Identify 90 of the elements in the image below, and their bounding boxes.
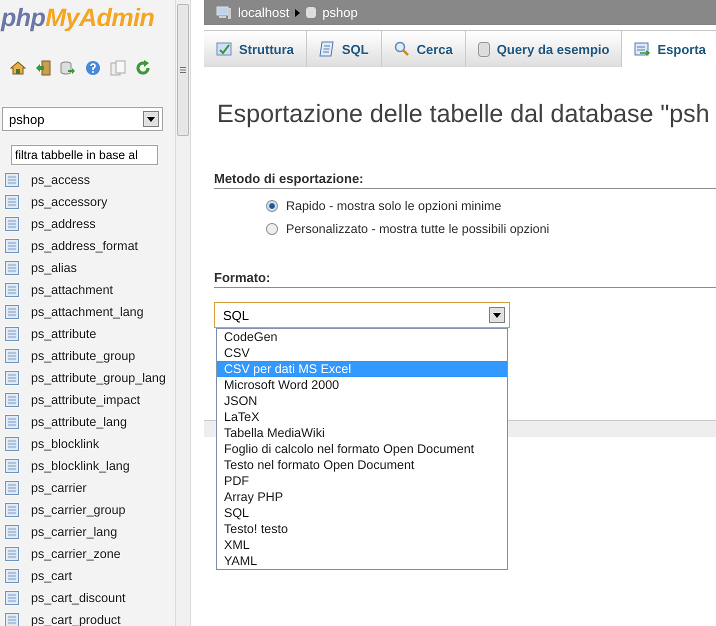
table-icon (5, 327, 19, 341)
table-link[interactable]: ps_carrier_group (31, 503, 126, 517)
format-select[interactable]: SQL (214, 302, 510, 328)
table-icon (5, 503, 19, 517)
table-icon (5, 547, 19, 561)
table-link[interactable]: ps_address_format (31, 239, 138, 253)
table-link[interactable]: ps_carrier (31, 481, 87, 495)
tab[interactable]: SQL (306, 30, 382, 67)
dropdown-option[interactable]: XML (217, 537, 507, 553)
section-heading: Metodo di esportazione: (214, 171, 716, 189)
export-icon (634, 41, 650, 57)
database-icon (306, 6, 316, 19)
table-icon (5, 349, 19, 363)
dropdown-option[interactable]: CodeGen (217, 329, 507, 345)
tab[interactable]: Struttura (204, 30, 307, 67)
table-link[interactable]: ps_access (31, 173, 90, 187)
breadcrumb-link[interactable]: pshop (322, 5, 358, 20)
radio-label[interactable]: Personalizzato - mostra tutte le possibili opzioni (286, 222, 550, 236)
dropdown-option[interactable]: Foglio di calcolo nel formato Open Document (217, 441, 507, 457)
table-link[interactable]: ps_accessory (31, 195, 108, 209)
caret-icon (295, 8, 300, 16)
section-heading: Formato: (214, 270, 716, 288)
structure-icon (216, 41, 232, 57)
table-icon (5, 591, 19, 605)
page-title: Esportazione delle tabelle dal database "psh (217, 100, 711, 129)
table-link[interactable]: ps_carrier_zone (31, 547, 121, 561)
table-link[interactable]: ps_blocklink (31, 437, 100, 451)
table-link[interactable]: ps_attribute (31, 327, 96, 341)
table-link[interactable]: ps_attribute_impact (31, 393, 140, 407)
search-icon (394, 41, 410, 57)
dropdown-option[interactable]: LaTeX (217, 409, 507, 425)
dropdown-option[interactable]: Array PHP (217, 489, 507, 505)
database-icon (478, 42, 490, 56)
table-icon (5, 195, 19, 209)
dropdown-option[interactable]: Tabella MediaWiki (217, 425, 507, 441)
table-icon (5, 459, 19, 473)
dropdown-option[interactable]: CSV (217, 345, 507, 361)
table-link[interactable]: ps_attribute_lang (31, 415, 127, 429)
database-select[interactable]: pshop (2, 107, 163, 131)
tab[interactable]: Cerca (382, 30, 466, 67)
table-link[interactable]: ps_cart_discount (31, 591, 126, 605)
table-icon (5, 393, 19, 407)
table-icon (5, 569, 19, 583)
table-icon (5, 283, 19, 297)
tab[interactable]: Query da esempio (466, 30, 622, 67)
table-link[interactable]: ps_attachment_lang (31, 305, 144, 319)
radio-label[interactable]: Rapido - mostra solo le opzioni minime (286, 199, 502, 213)
table-icon (5, 437, 19, 451)
table-icon (5, 481, 19, 495)
help-icon[interactable] (85, 60, 101, 76)
dropdown-option[interactable]: SQL (217, 505, 507, 521)
table-icon (5, 261, 19, 275)
table-icon (5, 415, 19, 429)
table-link[interactable]: ps_cart (31, 569, 72, 583)
table-icon (5, 305, 19, 319)
home-icon[interactable] (10, 60, 26, 76)
scrollbar-thumb[interactable] (177, 4, 189, 136)
table-link[interactable]: ps_alias (31, 261, 77, 275)
dropdown-option[interactable]: JSON (217, 393, 507, 409)
filter-field[interactable]: filtra tabbelle in base al (11, 145, 158, 165)
table-icon (5, 371, 19, 385)
table-link[interactable]: ps_blocklink_lang (31, 459, 130, 473)
dropdown-option[interactable]: PDF (217, 473, 507, 489)
table-link[interactable]: ps_carrier_lang (31, 525, 118, 539)
table-icon (5, 173, 19, 187)
table-icon (5, 525, 19, 539)
radio-button[interactable] (266, 223, 278, 235)
dropdown-option[interactable]: Testo nel formato Open Document (217, 457, 507, 473)
reload-icon[interactable] (135, 60, 151, 76)
documents-icon[interactable] (110, 60, 126, 76)
radio-button[interactable] (266, 200, 278, 212)
table-icon (5, 613, 19, 626)
table-link[interactable]: ps_address (31, 217, 96, 231)
table-link[interactable]: ps_attribute_group (31, 349, 136, 363)
table-link[interactable]: ps_attribute_group_lang (31, 371, 166, 385)
server-icon (216, 6, 232, 20)
grip-icon (180, 67, 186, 73)
logo-text: MyAdmin (45, 4, 154, 32)
breadcrumb-link[interactable]: localhost (238, 5, 290, 20)
exit-door-icon[interactable] (35, 60, 51, 76)
dropdown-option[interactable]: YAML (217, 553, 507, 569)
scrollbar[interactable] (176, 0, 191, 626)
dropdown-option[interactable]: Microsoft Word 2000 (217, 377, 507, 393)
table-link[interactable]: ps_attachment (31, 283, 113, 297)
dropdown-option[interactable]: Testo! testo (217, 521, 507, 537)
table-icon (5, 239, 19, 253)
logo-text: php (1, 4, 46, 32)
script-icon (318, 41, 335, 57)
database-arrow-icon[interactable] (60, 60, 76, 76)
table-icon (5, 217, 19, 231)
